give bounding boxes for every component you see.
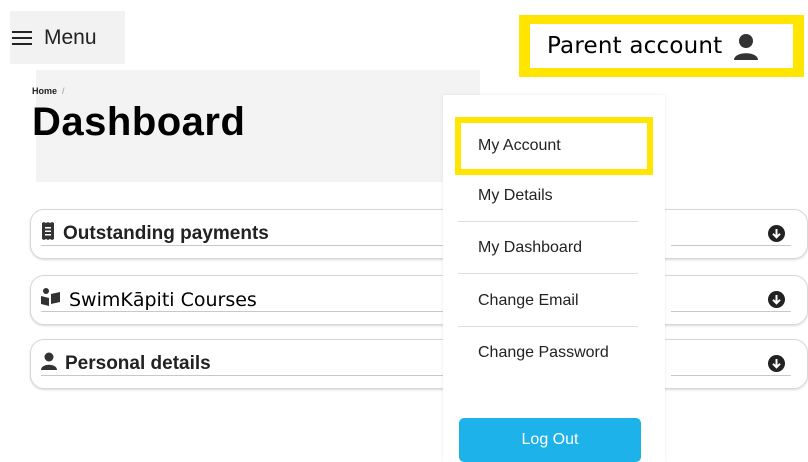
menu-item-change-password[interactable]: Change Password — [458, 327, 638, 379]
parent-account-button[interactable]: Parent account — [519, 15, 804, 77]
breadcrumb: Home / — [32, 86, 65, 96]
section-personal-details[interactable]: Personal details — [30, 339, 808, 389]
section-label: Personal details — [65, 352, 211, 374]
section-label: Outstanding payments — [63, 222, 269, 244]
section-divider — [671, 311, 791, 312]
hamburger-icon — [12, 30, 32, 45]
section-divider — [41, 375, 443, 376]
breadcrumb-home[interactable]: Home — [32, 86, 57, 96]
chevron-down-icon[interactable] — [768, 225, 785, 242]
menu-item-my-account[interactable]: My Account — [458, 120, 638, 172]
account-dropdown-menu: My Account My Details My Dashboard Chang… — [443, 95, 665, 462]
menu-label: Menu — [44, 25, 97, 49]
chevron-down-icon[interactable] — [768, 355, 785, 372]
section-divider — [41, 245, 443, 246]
reader-icon — [41, 288, 61, 311]
section-outstanding-payments[interactable]: Outstanding payments — [30, 209, 808, 259]
menu-button[interactable]: Menu — [10, 11, 125, 64]
page-title: Dashboard — [32, 100, 246, 144]
section-divider — [41, 311, 443, 312]
breadcrumb-separator: / — [62, 86, 65, 96]
section-divider — [671, 245, 791, 246]
parent-account-label: Parent account — [547, 33, 723, 59]
chevron-down-icon[interactable] — [768, 291, 785, 308]
user-icon — [41, 352, 57, 375]
receipt-icon — [41, 222, 55, 245]
menu-item-my-dashboard[interactable]: My Dashboard — [458, 222, 638, 274]
parent-account-inner: Parent account — [530, 24, 793, 68]
section-swimkapiti-courses[interactable]: SwimKāpiti Courses — [30, 275, 808, 325]
menu-item-my-details[interactable]: My Details — [458, 170, 638, 222]
logout-button[interactable]: Log Out — [459, 418, 641, 462]
menu-item-change-email[interactable]: Change Email — [458, 275, 638, 327]
section-label: SwimKāpiti Courses — [69, 288, 257, 311]
section-divider — [671, 375, 791, 376]
user-icon — [733, 31, 759, 61]
